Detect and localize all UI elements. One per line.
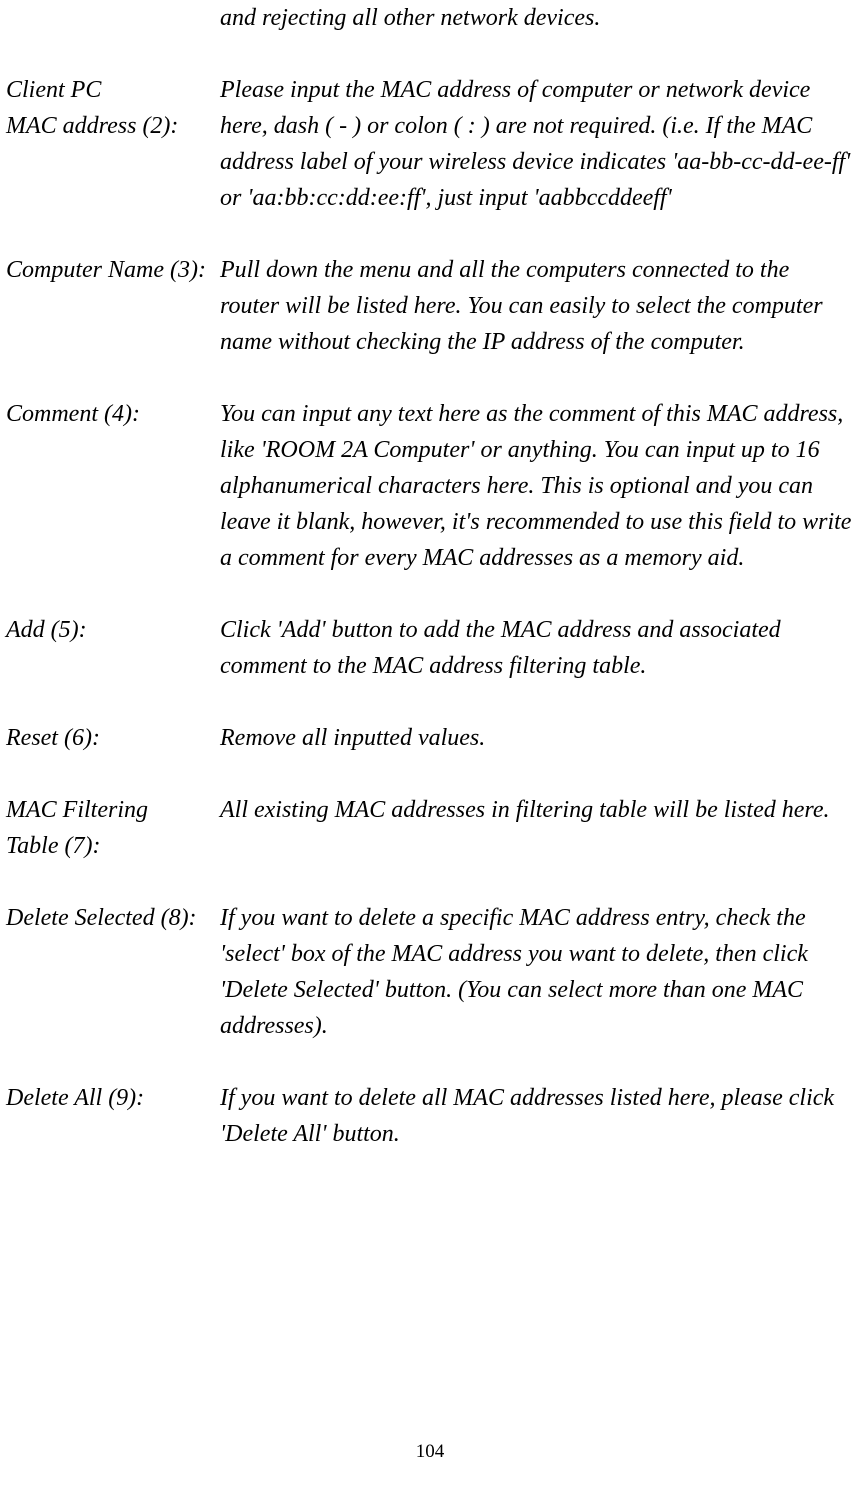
entry-description: Pull down the menu and all the computers… bbox=[220, 252, 854, 360]
entry-description: You can input any text here as the comme… bbox=[220, 396, 854, 576]
entry-description: Click 'Add' button to add the MAC addres… bbox=[220, 612, 854, 684]
entry-label: Delete Selected (8): bbox=[6, 900, 220, 1044]
entry-delete-all: Delete All (9): If you want to delete al… bbox=[6, 1080, 854, 1152]
label-line-1: Delete Selected (8): bbox=[6, 900, 220, 936]
label-line-1: MAC Filtering bbox=[6, 792, 220, 828]
entry-computer-name: Computer Name (3): Pull down the menu an… bbox=[6, 252, 854, 360]
entry-mac-filtering-table: MAC Filtering Table (7): All existing MA… bbox=[6, 792, 854, 864]
entry-description: Please input the MAC address of computer… bbox=[220, 72, 854, 216]
entry-label: Computer Name (3): bbox=[6, 252, 220, 360]
entry-client-pc-mac: Client PC MAC address (2): Please input … bbox=[6, 72, 854, 216]
intro-text: and rejecting all other network devices. bbox=[220, 0, 854, 36]
label-line-1: Add (5): bbox=[6, 612, 220, 648]
entry-label: Add (5): bbox=[6, 612, 220, 684]
entry-description: All existing MAC addresses in filtering … bbox=[220, 792, 854, 864]
label-line-1: Computer Name (3): bbox=[6, 252, 220, 288]
entry-label: MAC Filtering Table (7): bbox=[6, 792, 220, 864]
entry-description: If you want to delete a specific MAC add… bbox=[220, 900, 854, 1044]
label-line-2: MAC address (2): bbox=[6, 108, 220, 144]
entry-label: Client PC MAC address (2): bbox=[6, 72, 220, 216]
entry-reset: Reset (6): Remove all inputted values. bbox=[6, 720, 854, 756]
label-line-2: Table (7): bbox=[6, 828, 220, 864]
entry-comment: Comment (4): You can input any text here… bbox=[6, 396, 854, 576]
label-line-1: Comment (4): bbox=[6, 396, 220, 432]
entry-label: Comment (4): bbox=[6, 396, 220, 576]
label-line-1: Client PC bbox=[6, 72, 220, 108]
entry-description: If you want to delete all MAC addresses … bbox=[220, 1080, 854, 1152]
entry-delete-selected: Delete Selected (8): If you want to dele… bbox=[6, 900, 854, 1044]
entry-label: Reset (6): bbox=[6, 720, 220, 756]
entry-add: Add (5): Click 'Add' button to add the M… bbox=[6, 612, 854, 684]
entry-label: Delete All (9): bbox=[6, 1080, 220, 1152]
label-line-1: Delete All (9): bbox=[6, 1080, 220, 1116]
label-line-1: Reset (6): bbox=[6, 720, 220, 756]
entry-description: Remove all inputted values. bbox=[220, 720, 854, 756]
page-number: 104 bbox=[0, 1438, 860, 1467]
document-content: and rejecting all other network devices.… bbox=[6, 0, 854, 1188]
